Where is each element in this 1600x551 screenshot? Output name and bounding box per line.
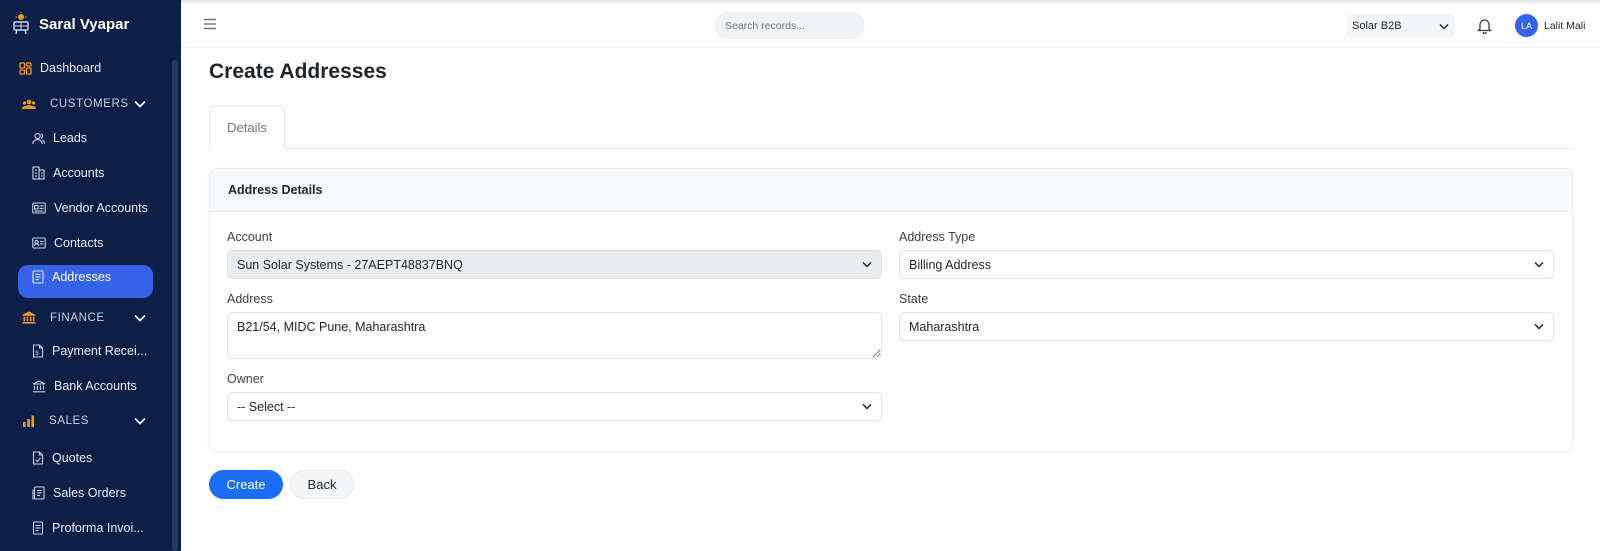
- account-select[interactable]: Sun Solar Systems - 27AEPT48837BNQ: [227, 250, 882, 279]
- sidebar-item-label: Dashboard: [40, 61, 102, 75]
- state-select-value: Maharashtra: [909, 319, 980, 334]
- sidebar-section-label: CUSTOMERS: [50, 98, 129, 110]
- bar-chart-icon: [23, 415, 34, 427]
- sidebar-item-bank-accounts[interactable]: Bank Accounts: [32, 379, 137, 393]
- building-icon: [32, 166, 45, 180]
- sidebar-item-label: Quotes: [52, 451, 93, 465]
- sidebar-section-sales[interactable]: SALES: [22, 415, 146, 427]
- brand-logo-icon: [13, 12, 29, 35]
- chevron-down-icon: [134, 100, 146, 108]
- card-header-title: Address Details: [210, 169, 1572, 212]
- sidebar-item-label: Payment Recei...: [52, 344, 148, 358]
- notification-bell-icon[interactable]: [1477, 17, 1492, 34]
- account-label: Account: [227, 230, 273, 244]
- address-type-select[interactable]: Billing Address: [899, 250, 1554, 279]
- invoice-icon: [32, 521, 44, 535]
- sidebar-item-label: Contacts: [54, 236, 104, 250]
- sidebar-item-vendor-accounts[interactable]: Vendor Accounts: [32, 201, 148, 215]
- contact-card-icon: [32, 237, 46, 249]
- address-book-icon: [32, 270, 44, 284]
- sidebar-item-label: Sales Orders: [53, 486, 126, 500]
- bank-icon: [22, 311, 36, 324]
- chevron-down-icon: [134, 417, 146, 425]
- bank-icon: [32, 379, 46, 392]
- sidebar-item-quotes[interactable]: Quotes: [32, 451, 92, 465]
- owner-label: Owner: [227, 372, 264, 386]
- users-icon: [22, 99, 36, 109]
- sidebar-item-label: Addresses: [52, 270, 112, 284]
- address-type-label: Address Type: [899, 230, 976, 244]
- sidebar-section-customers[interactable]: CUSTOMERS: [22, 98, 146, 110]
- sidebar-item-proforma-invoices[interactable]: Proforma Invoi...: [32, 521, 144, 535]
- user-menu[interactable]: LA Lalit Mali: [1515, 14, 1585, 37]
- chevron-down-icon: [134, 314, 146, 322]
- company-selector[interactable]: Solar B2B: [1346, 14, 1455, 38]
- sidebar-item-leads[interactable]: Leads: [32, 131, 87, 145]
- sidebar: Saral Vyapar Dashboard CUSTOMERS Leads A…: [0, 0, 181, 551]
- sidebar-item-label: Bank Accounts: [54, 379, 137, 393]
- quote-document-icon: [32, 451, 44, 465]
- state-label: State: [899, 292, 929, 306]
- chevron-down-icon: [1534, 261, 1544, 268]
- state-select[interactable]: Maharashtra: [899, 312, 1554, 341]
- search-input[interactable]: [714, 12, 865, 39]
- tabs-divider: [209, 148, 1574, 149]
- owner-select[interactable]: -- Select --: [227, 392, 882, 421]
- address-textarea[interactable]: B21/54, MIDC Pune, Maharashtra: [227, 312, 882, 359]
- sidebar-section-label: SALES: [49, 415, 90, 427]
- sidebar-item-accounts[interactable]: Accounts: [32, 166, 104, 180]
- chevron-down-icon: [1534, 323, 1544, 330]
- sidebar-item-label: Proforma Invoi...: [52, 521, 144, 535]
- svg-text:$: $: [35, 351, 39, 357]
- avatar: LA: [1515, 14, 1538, 37]
- address-type-select-value: Billing Address: [909, 257, 991, 272]
- orders-icon: [32, 486, 45, 500]
- topbar: Solar B2B LA Lalit Mali: [181, 0, 1600, 48]
- dashboard-icon: [19, 61, 32, 75]
- sidebar-scrollbar[interactable]: [172, 60, 178, 551]
- user-icon: [32, 132, 45, 144]
- back-button[interactable]: Back: [290, 470, 354, 499]
- sidebar-item-dashboard[interactable]: Dashboard: [19, 61, 101, 75]
- company-selector-value: Solar B2B: [1352, 20, 1402, 32]
- chevron-down-icon: [1439, 23, 1449, 30]
- sidebar-item-sales-orders[interactable]: Sales Orders: [32, 486, 126, 500]
- chevron-down-icon: [862, 403, 872, 410]
- create-button[interactable]: Create: [209, 470, 283, 499]
- tab-details[interactable]: Details: [209, 105, 285, 149]
- hamburger-menu-icon[interactable]: [203, 18, 217, 30]
- vendor-card-icon: [32, 202, 46, 214]
- sidebar-item-contacts[interactable]: Contacts: [32, 236, 103, 250]
- sidebar-item-label: Accounts: [53, 166, 105, 180]
- sidebar-item-label: Leads: [53, 131, 88, 145]
- sidebar-item-payment-receipts[interactable]: $ Payment Recei...: [32, 344, 147, 358]
- page-title: Create Addresses: [209, 60, 387, 83]
- chevron-down-icon: [862, 261, 872, 268]
- address-label: Address: [227, 292, 273, 306]
- receipt-icon: $: [32, 344, 44, 358]
- app-name: Saral Vyapar: [39, 15, 130, 33]
- sidebar-section-finance[interactable]: FINANCE: [22, 311, 146, 324]
- owner-select-value: -- Select --: [237, 399, 296, 414]
- sidebar-section-label: FINANCE: [50, 311, 105, 324]
- sidebar-item-addresses[interactable]: Addresses: [32, 270, 111, 284]
- sidebar-item-label: Vendor Accounts: [54, 201, 148, 215]
- user-name: Lalit Mali: [1544, 19, 1586, 32]
- account-select-value: Sun Solar Systems - 27AEPT48837BNQ: [237, 257, 463, 272]
- brand[interactable]: Saral Vyapar: [11, 10, 129, 38]
